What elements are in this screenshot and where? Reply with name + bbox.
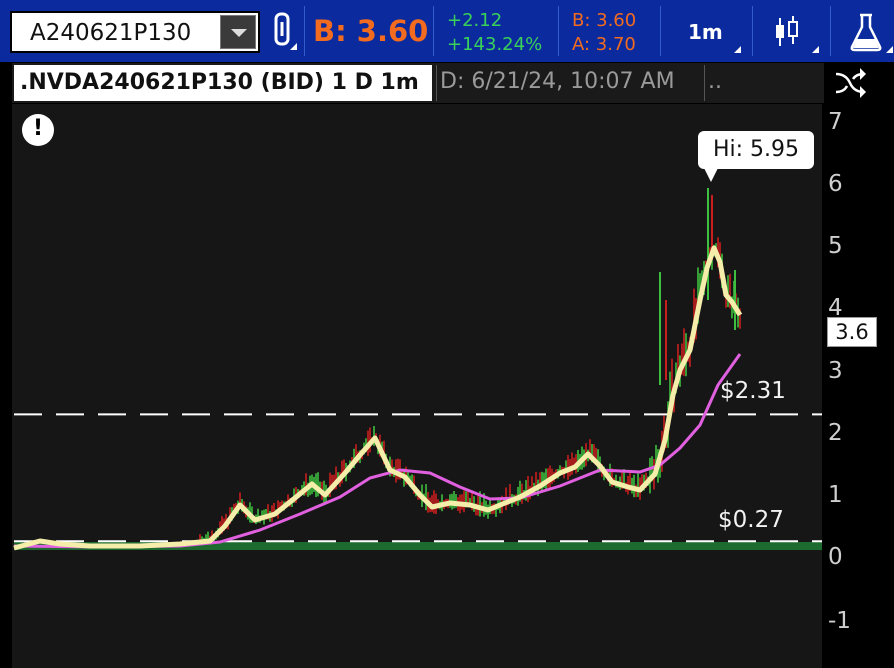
price-chart[interactable] (0, 0, 894, 668)
level-label-2-31: $2.31 (720, 378, 786, 404)
y-tick-5: 5 (828, 233, 843, 259)
y-tick-6: 6 (828, 171, 843, 197)
y-tick-7: 7 (828, 109, 843, 135)
y-tick-1: 1 (828, 482, 843, 508)
fast-moving-average-line (13, 245, 743, 551)
high-price-label: Hi: 5.95 (698, 131, 814, 169)
high-price-pointer (704, 168, 718, 182)
y-tick-2: 2 (828, 420, 843, 446)
level-label-0-27: $0.27 (718, 507, 784, 533)
last-price-tag: 3.6 (827, 317, 877, 347)
y-tick-3: 3 (828, 358, 843, 384)
y-tick-minus-1: -1 (828, 608, 851, 634)
slow-moving-average-line (13, 353, 742, 549)
y-tick-0: 0 (828, 544, 843, 570)
warning-icon[interactable]: ! (22, 114, 54, 146)
candles (199, 188, 741, 549)
